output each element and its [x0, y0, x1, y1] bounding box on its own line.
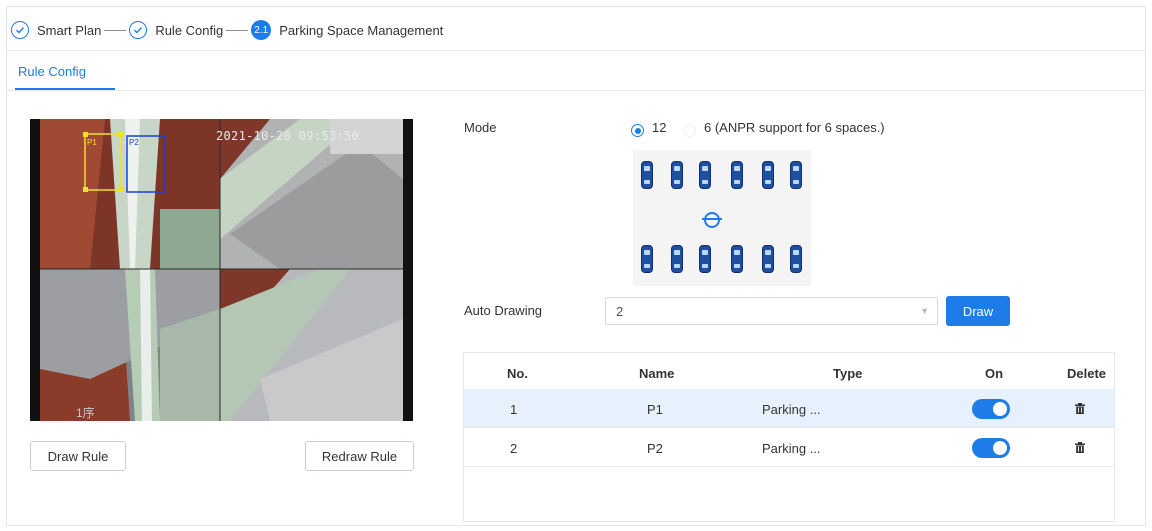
step-parking-space-management: Parking Space Management [279, 22, 444, 38]
auto-drawing-label: Auto Drawing [464, 303, 543, 318]
video-channel-label: 1序 [76, 406, 95, 420]
row-divider [464, 427, 1114, 428]
trash-icon[interactable] [1075, 403, 1085, 414]
camera-scene [30, 119, 413, 421]
parking-spaces-table: No. Name Type On Delete 1 P1 Parking ...… [463, 352, 1115, 522]
divider [6, 90, 1146, 91]
column-header-name: Name [639, 366, 675, 381]
row-name: P1 [647, 402, 663, 417]
video-timestamp: 2021-10-20 09:53:50 [216, 129, 359, 143]
step-complete-check-icon [129, 21, 148, 39]
car-icon [671, 245, 683, 273]
row-on-toggle[interactable] [972, 399, 1010, 419]
zone-label-p2: P2 [129, 138, 139, 147]
car-icon [699, 245, 711, 273]
zone-label-p1: P1 [87, 138, 97, 147]
camera-icon [702, 212, 722, 228]
car-icon [731, 161, 743, 189]
auto-drawing-value: 2 [616, 304, 624, 319]
trash-icon[interactable] [1075, 442, 1085, 453]
row-no: 2 [510, 441, 518, 456]
car-icon [762, 245, 774, 273]
car-icon [671, 161, 683, 189]
column-header-on: On [985, 366, 1004, 381]
parking-layout-diagram [633, 150, 811, 286]
car-icon [641, 161, 653, 189]
step-connector [226, 29, 249, 31]
draw-rule-button[interactable]: Draw Rule [30, 441, 126, 471]
step-rule-config[interactable]: Rule Config [155, 23, 223, 38]
row-type: Parking ... [762, 402, 821, 417]
step-smart-plan[interactable]: Smart Plan [37, 23, 101, 38]
chevron-down-icon: ▼ [920, 306, 929, 316]
column-header-no: No. [507, 366, 528, 381]
step-number-badge: 2.1 [251, 20, 272, 40]
row-name: P2 [647, 441, 663, 456]
row-type: Parking ... [762, 441, 821, 456]
mode-option-6-label: 6 (ANPR support for 6 spaces.) [704, 120, 885, 135]
tab-rule-config[interactable]: Rule Config [18, 64, 86, 79]
car-icon [699, 161, 711, 189]
video-preview[interactable]: P1 P2 [30, 119, 413, 421]
column-header-type: Type [833, 366, 863, 381]
divider [6, 50, 1146, 51]
redraw-rule-button[interactable]: Redraw Rule [305, 441, 414, 471]
car-icon [762, 161, 774, 189]
wizard-steps: Smart Plan Rule Config 2.1 Parking Space… [11, 20, 444, 40]
step-connector [104, 29, 127, 31]
mode-option-12-label: 12 [652, 120, 667, 135]
mode-label: Mode [464, 120, 497, 135]
mode-radio-6[interactable] [683, 124, 696, 137]
row-no: 1 [510, 402, 518, 417]
row-divider [464, 466, 1114, 467]
auto-drawing-select[interactable]: 2 ▼ [605, 297, 938, 325]
row-on-toggle[interactable] [972, 438, 1010, 458]
car-icon [790, 245, 802, 273]
car-icon [731, 245, 743, 273]
car-icon [641, 245, 653, 273]
car-icon [790, 161, 802, 189]
step-complete-check-icon [11, 21, 29, 39]
column-header-delete: Delete [1067, 366, 1107, 381]
draw-button[interactable]: Draw [946, 296, 1010, 326]
mode-radio-12[interactable] [631, 124, 644, 137]
